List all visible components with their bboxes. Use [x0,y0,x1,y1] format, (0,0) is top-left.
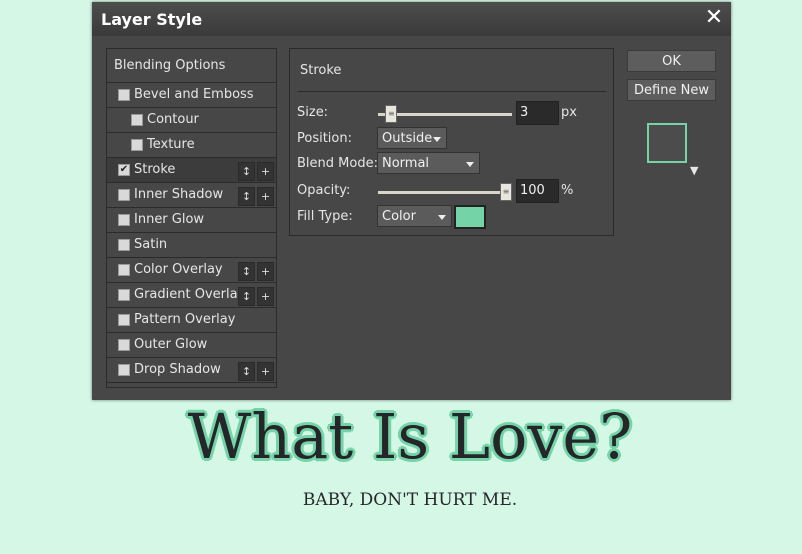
position-value: Outside [382,131,433,146]
define-new-button[interactable]: Define New [627,79,716,101]
size-slider-track[interactable] [378,113,512,116]
size-unit: px [561,105,577,120]
close-icon[interactable]: ✕ [703,6,725,30]
stroke-color-swatch[interactable] [454,205,486,229]
blend-mode-label: Blend Mode: [297,156,378,171]
add-icon[interactable]: + [257,287,274,306]
style-item-gradient-overlay[interactable]: Gradient Overlay ↕ + [107,283,276,308]
size-label: Size: [297,105,329,120]
blending-options-item[interactable]: Blending Options [107,49,276,83]
opacity-slider-thumb[interactable]: ≡ [500,183,512,201]
fill-type-dropdown[interactable]: Color [377,205,452,227]
style-item-label: Gradient Overlay [134,287,246,302]
chevron-down-icon [438,215,446,220]
add-icon[interactable]: + [257,162,274,181]
style-checkbox[interactable] [118,314,130,326]
stroke-panel: Stroke Size: ≡ 3 px Position: Outside Bl… [289,48,614,236]
style-checkbox[interactable] [118,364,130,376]
layer-style-dialog: Layer Style ✕ Blending Options Bevel and… [92,2,731,400]
style-item-label: Stroke [134,162,176,177]
style-checkbox[interactable] [118,189,130,201]
style-item-label: Outer Glow [134,337,208,352]
style-item-pattern-overlay[interactable]: Pattern Overlay [107,308,276,333]
style-item-drop-shadow[interactable]: Drop Shadow ↕ + [107,358,276,383]
size-slider-thumb[interactable]: ≡ [385,105,398,123]
style-item-outer-glow[interactable]: Outer Glow [107,333,276,358]
style-checkbox[interactable] [118,239,130,251]
blend-mode-value: Normal [382,156,430,171]
style-checkbox[interactable]: ✔ [118,164,130,176]
position-dropdown[interactable]: Outside [377,127,447,149]
dialog-titlebar[interactable]: Layer Style ✕ [92,2,731,36]
move-icon[interactable]: ↕ [238,362,255,381]
chevron-down-icon [433,137,441,142]
style-item-label: Inner Shadow [134,187,224,202]
add-icon[interactable]: + [257,362,274,381]
ok-button[interactable]: OK [627,50,716,72]
add-icon[interactable]: + [257,262,274,281]
move-icon[interactable]: ↕ [238,187,255,206]
dialog-title: Layer Style [101,10,203,29]
style-item-label: Texture [147,137,195,152]
preview-dropdown-arrow-icon[interactable]: ▼ [690,164,698,177]
position-label: Position: [297,131,352,146]
style-checkbox[interactable] [118,339,130,351]
background-subline: BABY, DON'T HURT ME. [302,490,518,510]
style-item-label: Pattern Overlay [134,312,236,327]
fill-type-value: Color [382,209,416,224]
style-item-label: Inner Glow [134,212,205,227]
style-item-texture[interactable]: Texture [107,133,276,158]
style-checkbox[interactable] [131,139,143,151]
panel-title: Stroke [300,63,342,78]
style-item-label: Bevel and Emboss [134,87,254,102]
size-input[interactable]: 3 [516,101,559,125]
style-checkbox[interactable] [118,264,130,276]
styles-list: Blending Options Bevel and Emboss Contour… [106,48,277,388]
style-item-inner-glow[interactable]: Inner Glow [107,208,276,233]
background-headline: What Is Love? [187,400,633,473]
style-checkbox[interactable] [118,214,130,226]
style-preview [647,123,687,163]
style-item-inner-shadow[interactable]: Inner Shadow ↕ + [107,183,276,208]
style-item-label: Drop Shadow [134,362,221,377]
add-icon[interactable]: + [257,187,274,206]
style-item-label: Satin [134,237,168,252]
move-icon[interactable]: ↕ [238,162,255,181]
style-item-label: Contour [147,112,199,127]
style-item-stroke[interactable]: ✔ Stroke ↕ + [107,158,276,183]
style-item-contour[interactable]: Contour [107,108,276,133]
style-checkbox[interactable] [118,289,130,301]
opacity-label: Opacity: [297,183,351,198]
style-checkbox[interactable] [118,89,130,101]
style-item-label: Color Overlay [134,262,223,277]
move-icon[interactable]: ↕ [238,287,255,306]
opacity-unit: % [561,183,574,198]
blend-mode-dropdown[interactable]: Normal [377,152,480,174]
fill-type-label: Fill Type: [297,209,353,224]
style-checkbox[interactable] [131,114,143,126]
opacity-input[interactable]: 100 [516,179,559,203]
opacity-slider-track[interactable] [378,191,512,194]
panel-divider [298,91,606,92]
style-item-color-overlay[interactable]: Color Overlay ↕ + [107,258,276,283]
move-icon[interactable]: ↕ [238,262,255,281]
style-item-satin[interactable]: Satin [107,233,276,258]
chevron-down-icon [466,162,474,167]
style-item-bevel-and-emboss[interactable]: Bevel and Emboss [107,83,276,108]
